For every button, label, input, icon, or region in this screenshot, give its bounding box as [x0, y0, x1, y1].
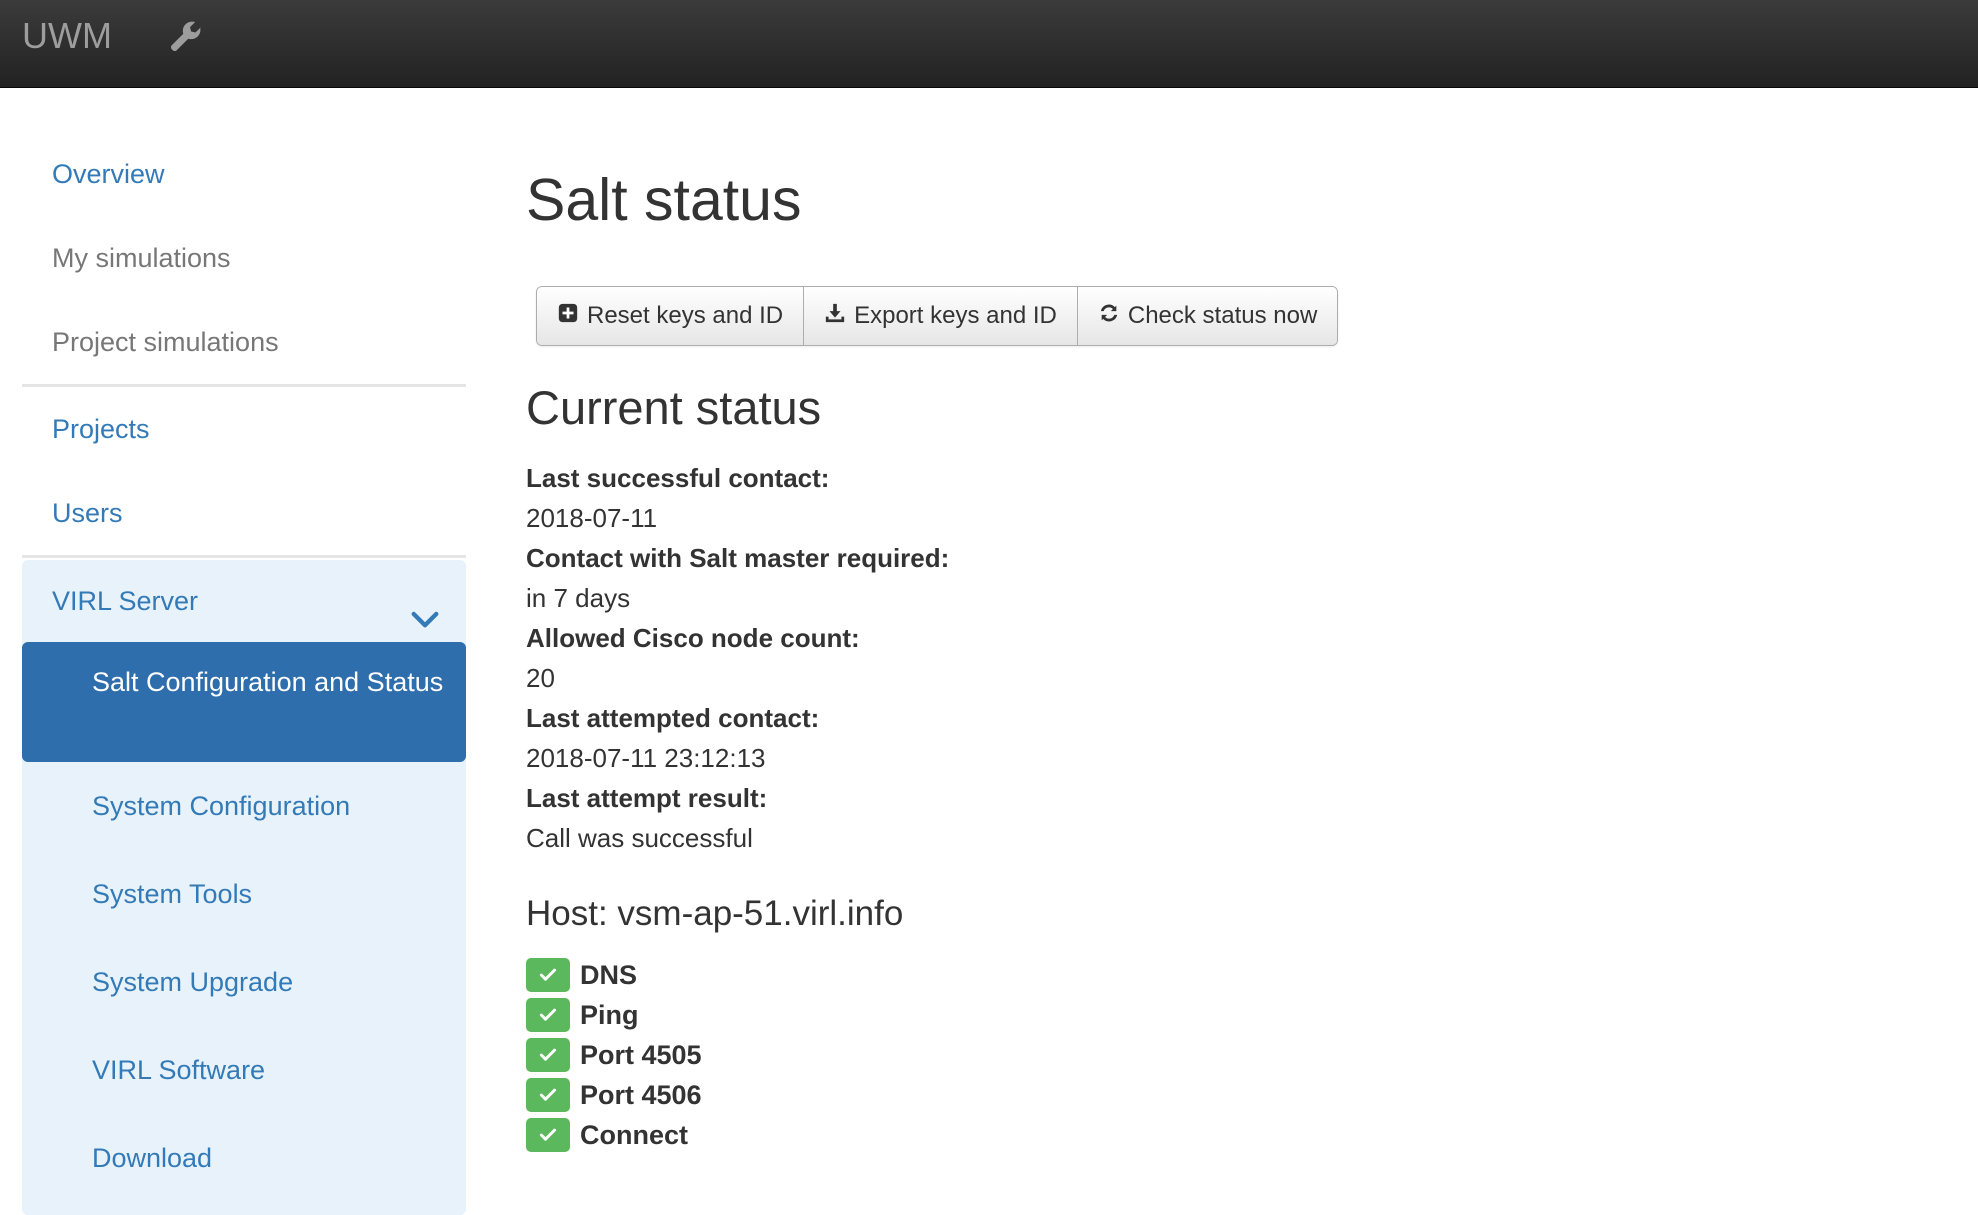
status-value: 2018-07-11 — [526, 503, 658, 533]
top-navbar: UWM — [0, 0, 1978, 88]
check-row-connect: Connect — [526, 1115, 702, 1155]
check-status-button[interactable]: Check status now — [1077, 287, 1338, 345]
host-title: Host: vsm-ap-51.virl.info — [526, 894, 904, 933]
sidebar-group-virl-server: VIRL Server Salt Configuration and Statu… — [22, 560, 466, 1215]
check-label: Connect — [580, 1119, 688, 1150]
sidebar-item-projects[interactable]: Projects — [22, 387, 466, 471]
check-icon — [526, 1038, 570, 1072]
status-value: Call was successful — [526, 823, 753, 853]
reset-keys-button[interactable]: Reset keys and ID — [537, 287, 805, 345]
check-row-dns: DNS — [526, 955, 702, 995]
status-label: Allowed Cisco node count: — [526, 623, 860, 653]
sidebar-item-users[interactable]: Users — [22, 471, 466, 555]
plus-square-icon — [557, 302, 579, 331]
sidebar-item-system-tools[interactable]: System Tools — [22, 850, 466, 938]
refresh-icon — [1098, 302, 1120, 331]
page-title: Salt status — [526, 167, 802, 233]
status-label: Contact with Salt master required: — [526, 543, 950, 573]
host-checks-list: DNS Ping Port 4505 Port 4506 Connect — [526, 955, 702, 1155]
check-icon — [526, 958, 570, 992]
check-label: Port 4505 — [580, 1039, 702, 1070]
check-status-label: Check status now — [1127, 302, 1318, 329]
download-icon — [824, 302, 846, 331]
sidebar-item-system-upgrade[interactable]: System Upgrade — [22, 938, 466, 1026]
check-label: DNS — [580, 959, 638, 990]
status-label: Last attempt result: — [526, 783, 768, 813]
status-label: Last successful contact: — [526, 463, 830, 493]
brand-link[interactable]: UWM — [22, 14, 112, 58]
sidebar: Overview My simulations Project simulati… — [22, 132, 466, 1215]
wrench-icon[interactable] — [168, 18, 204, 54]
check-icon — [526, 998, 570, 1032]
sidebar-item-download[interactable]: Download — [22, 1114, 466, 1202]
sidebar-group-label: VIRL Server — [52, 586, 199, 616]
sidebar-item-project-simulations[interactable]: Project simulations — [22, 300, 466, 384]
check-row-port-4506: Port 4506 — [526, 1075, 702, 1115]
sidebar-divider — [22, 555, 466, 558]
chevron-down-icon[interactable] — [410, 584, 440, 628]
sidebar-item-virl-software[interactable]: VIRL Software — [22, 1026, 466, 1114]
main-content: Salt status Reset keys and ID Export key… — [526, 150, 1926, 1152]
status-list: Last successful contact: 2018-07-11 Cont… — [526, 458, 1426, 858]
check-icon — [526, 1118, 570, 1152]
sidebar-group-header[interactable]: VIRL Server — [22, 560, 466, 642]
check-label: Port 4506 — [580, 1079, 702, 1110]
check-label: Ping — [580, 999, 639, 1030]
check-row-port-4505: Port 4505 — [526, 1035, 702, 1075]
sidebar-item-salt-configuration[interactable]: Salt Configuration and Status — [22, 642, 466, 762]
status-value: 20 — [526, 663, 555, 693]
status-label: Last attempted contact: — [526, 703, 820, 733]
reset-keys-label: Reset keys and ID — [587, 302, 784, 329]
check-row-ping: Ping — [526, 995, 702, 1035]
current-status-heading: Current status — [526, 381, 822, 434]
sidebar-item-system-configuration[interactable]: System Configuration — [22, 762, 466, 850]
sidebar-item-my-simulations[interactable]: My simulations — [22, 216, 466, 300]
check-icon — [526, 1078, 570, 1112]
export-keys-button[interactable]: Export keys and ID — [804, 287, 1078, 345]
export-keys-label: Export keys and ID — [854, 302, 1057, 329]
action-button-group: Reset keys and ID Export keys and ID Che… — [536, 286, 1339, 346]
status-value: in 7 days — [526, 583, 631, 613]
status-value: 2018-07-11 23:12:13 — [526, 743, 766, 773]
sidebar-item-overview[interactable]: Overview — [22, 132, 466, 216]
